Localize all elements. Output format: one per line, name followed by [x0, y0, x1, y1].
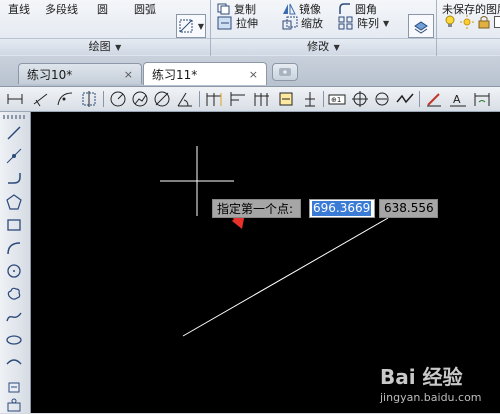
y-coordinate-value: 638.556	[384, 201, 434, 215]
watermark-url: jingyan.baidu.com	[380, 391, 482, 404]
rubber-band-line	[182, 217, 389, 337]
baidu-logo: Bai 经验	[380, 365, 463, 389]
arrow-annotation-icon	[180, 213, 245, 272]
prompt-text: 指定第一个点:	[217, 202, 294, 216]
y-coordinate-input[interactable]: 638.556	[379, 199, 438, 218]
x-coordinate-value: 696.3669	[312, 201, 372, 216]
x-coordinate-input[interactable]: 696.3669	[309, 199, 375, 218]
command-prompt-tooltip: 指定第一个点:	[212, 199, 301, 218]
baidu-watermark: Bai 经验 jingyan.baidu.com	[380, 361, 496, 411]
